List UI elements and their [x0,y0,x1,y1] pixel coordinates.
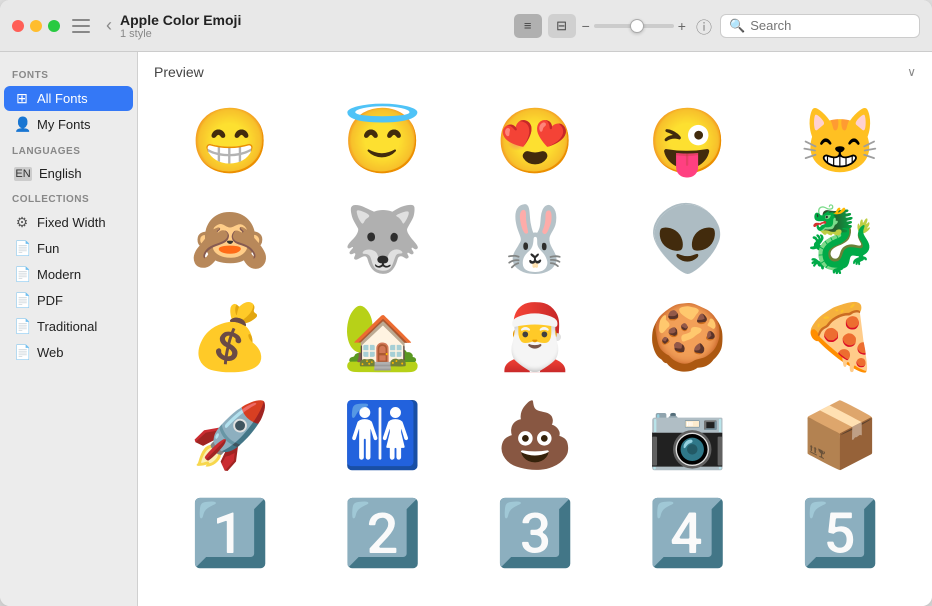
emoji-cell[interactable]: 🚻 [310,390,454,480]
main-content: Fonts ⊞ All Fonts 👤 My Fonts Languages E… [0,52,932,606]
emoji-cell[interactable]: 🍕 [768,292,912,382]
emoji-grid: 😁😇😍😜😸 🙈🐺🐰👽🐉 💰🏡🎅🍪🍕 🚀🚻💩📷📦 1️⃣2️⃣3️⃣4️⃣5️⃣ [154,92,916,582]
sidebar-item-my-fonts[interactable]: 👤 My Fonts [4,112,133,137]
fixed-width-icon: ⚙ [14,214,30,231]
sidebar-item-web[interactable]: 📄 Web [4,340,133,365]
all-fonts-label: All Fonts [37,91,88,106]
traffic-lights [12,20,60,32]
emoji-cell[interactable]: 😸 [768,96,912,186]
search-icon: 🔍 [729,18,745,34]
maximize-button[interactable] [48,20,60,32]
emoji-cell[interactable]: 🐰 [463,194,607,284]
emoji-cell[interactable]: 📷 [615,390,759,480]
toolbar-controls: ≡ ⊟ − + ⓘ [514,14,712,38]
info-button[interactable]: ⓘ [696,14,712,38]
size-plus-icon[interactable]: + [678,18,686,34]
font-name: Apple Color Emoji [120,12,514,28]
modern-icon: 📄 [14,266,30,283]
english-icon: EN [14,167,32,181]
app-window: ‹ Apple Color Emoji 1 style ≡ ⊟ − + ⓘ 🔍 … [0,0,932,606]
sidebar: Fonts ⊞ All Fonts 👤 My Fonts Languages E… [0,52,138,606]
fonts-section-label: Fonts [0,62,137,85]
pdf-icon: 📄 [14,292,30,309]
list-view-button[interactable]: ≡ [514,14,542,38]
size-minus-icon[interactable]: − [582,18,590,34]
emoji-cell[interactable]: 3️⃣ [463,488,607,578]
emoji-cell[interactable]: 💰 [158,292,302,382]
emoji-cell[interactable]: 😁 [158,96,302,186]
fun-icon: 📄 [14,240,30,257]
emoji-cell[interactable]: 💩 [463,390,607,480]
emoji-cell[interactable]: 1️⃣ [158,488,302,578]
traditional-label: Traditional [37,319,97,334]
emoji-cell[interactable]: 🍪 [615,292,759,382]
back-button[interactable]: ‹ [106,15,112,36]
emoji-cell[interactable]: 🚀 [158,390,302,480]
sidebar-item-pdf[interactable]: 📄 PDF [4,288,133,313]
slider-thumb[interactable] [630,19,644,33]
search-input[interactable] [750,18,911,33]
emoji-cell[interactable]: 🏡 [310,292,454,382]
sidebar-item-fixed-width[interactable]: ⚙ Fixed Width [4,210,133,235]
font-style: 1 style [120,28,514,40]
pdf-label: PDF [37,293,63,308]
search-box: 🔍 [720,14,920,38]
sidebar-item-english[interactable]: EN English [4,162,133,185]
close-button[interactable] [12,20,24,32]
emoji-cell[interactable]: 🐉 [768,194,912,284]
size-slider: − + [582,18,686,34]
my-fonts-label: My Fonts [37,117,90,132]
sidebar-item-traditional[interactable]: 📄 Traditional [4,314,133,339]
emoji-cell[interactable]: 🎅 [463,292,607,382]
preview-label: Preview [154,64,204,80]
font-title-area: Apple Color Emoji 1 style [120,12,514,40]
sidebar-item-all-fonts[interactable]: ⊞ All Fonts [4,86,133,111]
my-fonts-icon: 👤 [14,116,30,133]
main-panel: Preview ∨ 😁😇😍😜😸 🙈🐺🐰👽🐉 💰🏡🎅🍪🍕 🚀🚻💩📷📦 1️⃣2️⃣3️⃣4… [138,52,932,606]
emoji-cell[interactable]: 😜 [615,96,759,186]
preview-chevron-icon[interactable]: ∨ [907,65,916,79]
sidebar-item-fun[interactable]: 📄 Fun [4,236,133,261]
sidebar-item-modern[interactable]: 📄 Modern [4,262,133,287]
grid-view-button[interactable]: ⊟ [548,14,576,38]
emoji-cell[interactable]: 2️⃣ [310,488,454,578]
slider-track[interactable] [594,24,674,28]
emoji-cell[interactable]: 👽 [615,194,759,284]
all-fonts-icon: ⊞ [14,90,30,107]
preview-header: Preview ∨ [154,64,916,80]
emoji-cell[interactable]: 🙈 [158,194,302,284]
web-icon: 📄 [14,344,30,361]
fun-label: Fun [37,241,59,256]
emoji-cell[interactable]: 😍 [463,96,607,186]
fixed-width-label: Fixed Width [37,215,106,230]
emoji-cell[interactable]: 😇 [310,96,454,186]
english-label: English [39,166,82,181]
web-label: Web [37,345,64,360]
sidebar-toggle-button[interactable] [72,19,90,33]
emoji-cell[interactable]: 5️⃣ [768,488,912,578]
titlebar: ‹ Apple Color Emoji 1 style ≡ ⊟ − + ⓘ 🔍 [0,0,932,52]
emoji-cell[interactable]: 📦 [768,390,912,480]
emoji-cell[interactable]: 4️⃣ [615,488,759,578]
modern-label: Modern [37,267,81,282]
languages-section-label: Languages [0,138,137,161]
collections-section-label: Collections [0,186,137,209]
minimize-button[interactable] [30,20,42,32]
emoji-cell[interactable]: 🐺 [310,194,454,284]
traditional-icon: 📄 [14,318,30,335]
